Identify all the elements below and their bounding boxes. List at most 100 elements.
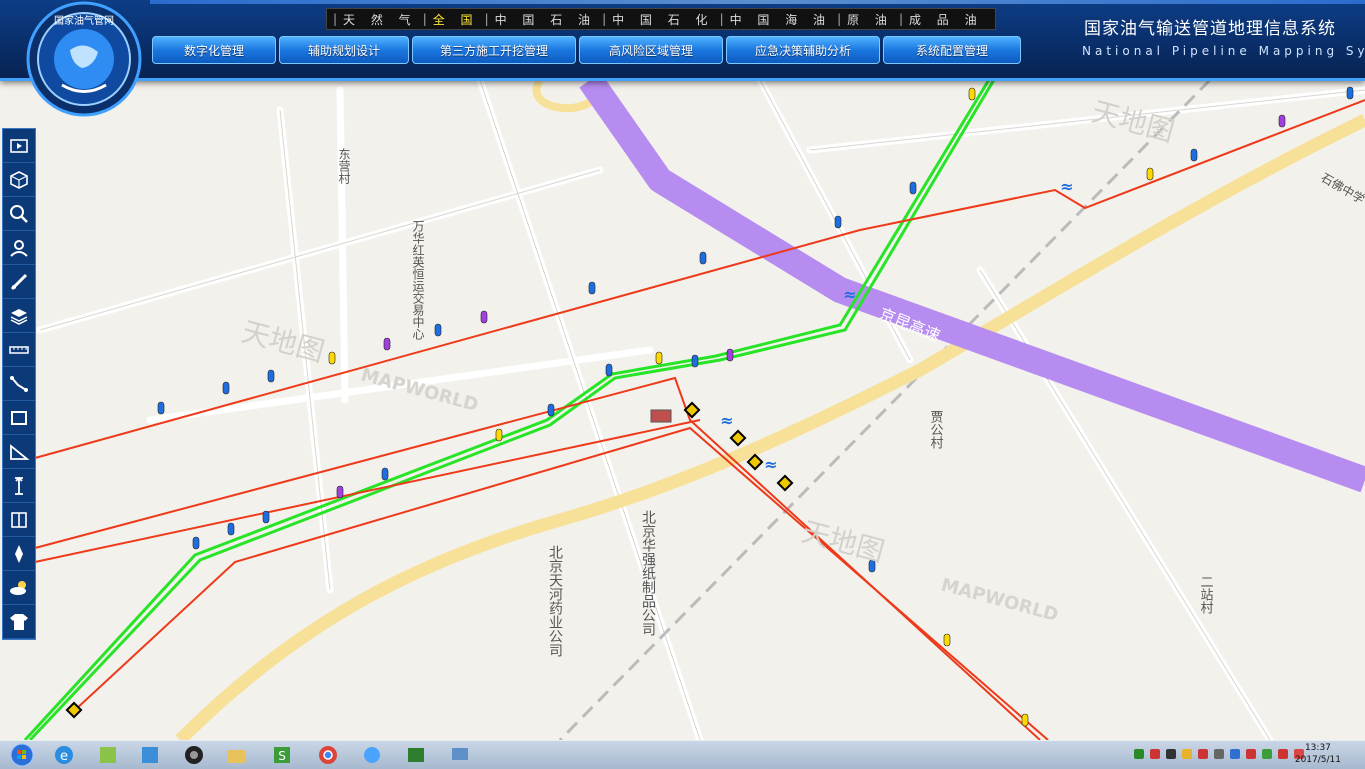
chat-app-icon[interactable] xyxy=(352,742,392,768)
profile-icon xyxy=(8,509,30,531)
tray-icon[interactable] xyxy=(1134,749,1144,759)
start-button[interactable] xyxy=(2,742,42,768)
village-label: 二站村 xyxy=(1198,575,1214,614)
crossing-icon[interactable]: ≈ xyxy=(843,285,856,304)
pipeline-marker[interactable] xyxy=(228,523,234,535)
tray-icon[interactable] xyxy=(1150,749,1160,759)
app-header: |天 然 气|全 国|中 国 石 油|中 国 石 化|中 国 海 油|原 油|成… xyxy=(0,0,1365,81)
shirt-tool[interactable] xyxy=(3,605,35,639)
crossing-icon[interactable]: ≈ xyxy=(764,455,777,474)
polyline-tool[interactable] xyxy=(3,367,35,401)
crossing-icon[interactable]: ≈ xyxy=(1060,177,1073,196)
chrome-icon[interactable] xyxy=(308,742,348,768)
category-tab[interactable]: 全 国 xyxy=(427,11,485,28)
menu-button[interactable]: 高风险区域管理 xyxy=(579,36,723,64)
pipeline-marker[interactable] xyxy=(158,402,164,414)
pipeline-marker[interactable] xyxy=(337,486,343,498)
pipeline-marker[interactable] xyxy=(1191,149,1197,161)
layers-icon xyxy=(8,305,30,327)
tray-icon[interactable] xyxy=(1182,749,1192,759)
profile-tool[interactable] xyxy=(3,503,35,537)
pipeline-marker[interactable] xyxy=(382,468,388,480)
money-app-icon[interactable]: S xyxy=(262,742,302,768)
map-app-icon[interactable] xyxy=(396,742,436,768)
svg-text:e: e xyxy=(60,749,68,764)
pipeline-marker[interactable] xyxy=(944,634,950,646)
rectangle-tool[interactable] xyxy=(3,401,35,435)
pipeline-marker[interactable] xyxy=(969,88,975,100)
pipeline-marker[interactable] xyxy=(1279,115,1285,127)
ie-icon[interactable]: e xyxy=(44,742,84,768)
pipeline-marker[interactable] xyxy=(384,338,390,350)
pipe-icon xyxy=(8,271,30,293)
media-app-icon[interactable] xyxy=(174,742,214,768)
tray-icon[interactable] xyxy=(1230,749,1240,759)
svg-text:S: S xyxy=(278,749,286,763)
map-canvas[interactable]: ≈≈≈≈ 京昆高速 东营村 万华红英恒运交易中心 北京华强纸制品公司 北京天河药… xyxy=(0,0,1365,740)
station-icon[interactable] xyxy=(651,410,671,422)
crossing-icon[interactable]: ≈ xyxy=(720,411,733,430)
play-tool[interactable] xyxy=(3,129,35,163)
pipeline-marker[interactable] xyxy=(835,216,841,228)
menu-button[interactable]: 辅助规划设计 xyxy=(279,36,409,64)
pipeline-marker[interactable] xyxy=(268,370,274,382)
pipeline-marker[interactable] xyxy=(329,352,335,364)
pipeline-marker[interactable] xyxy=(223,382,229,394)
tray-icon[interactable] xyxy=(1278,749,1288,759)
compass-tool[interactable] xyxy=(3,537,35,571)
app-logo[interactable]: 国家油气管网 xyxy=(22,0,146,118)
category-tab[interactable]: 中 国 石 化 xyxy=(606,11,719,28)
folder-icon[interactable] xyxy=(216,742,256,768)
category-tab[interactable]: 天 然 气 xyxy=(337,11,423,28)
ruler-icon xyxy=(8,339,30,361)
height-tool[interactable] xyxy=(3,469,35,503)
tray-icon[interactable] xyxy=(1198,749,1208,759)
cube-tool[interactable] xyxy=(3,163,35,197)
pipeline-marker[interactable] xyxy=(692,355,698,367)
category-tab[interactable]: 原 油 xyxy=(841,11,899,28)
pipeline-marker[interactable] xyxy=(910,182,916,194)
category-tab[interactable]: 中 国 海 油 xyxy=(724,11,837,28)
category-tab[interactable]: 中 国 石 油 xyxy=(489,11,602,28)
cube-icon xyxy=(8,169,30,191)
weather-tool[interactable] xyxy=(3,571,35,605)
angle-tool[interactable] xyxy=(3,435,35,469)
pipe-tool[interactable] xyxy=(3,265,35,299)
menu-button[interactable]: 系统配置管理 xyxy=(883,36,1021,64)
clock-date: 2017/5/11 xyxy=(1295,754,1341,766)
notes-app-icon[interactable] xyxy=(88,742,128,768)
pipeline-marker[interactable] xyxy=(606,364,612,376)
pipeline-marker[interactable] xyxy=(1147,168,1153,180)
logo-text: 国家油气管网 xyxy=(54,14,114,27)
pipeline-marker[interactable] xyxy=(435,324,441,336)
tray-icon[interactable] xyxy=(1262,749,1272,759)
pipeline-marker[interactable] xyxy=(700,252,706,264)
pipeline-marker[interactable] xyxy=(1347,87,1353,99)
pipeline-marker[interactable] xyxy=(548,404,554,416)
menu-button[interactable]: 数字化管理 xyxy=(152,36,276,64)
pipeline-marker[interactable] xyxy=(1022,714,1028,726)
pipeline-marker[interactable] xyxy=(589,282,595,294)
menu-button[interactable]: 第三方施工开挖管理 xyxy=(412,36,576,64)
tray-icon[interactable] xyxy=(1246,749,1256,759)
user-tool[interactable] xyxy=(3,231,35,265)
search-tool[interactable] xyxy=(3,197,35,231)
ruler-tool[interactable] xyxy=(3,333,35,367)
layers-tool[interactable] xyxy=(3,299,35,333)
category-tab[interactable]: 成 品 油 xyxy=(903,11,989,28)
tray-icon[interactable] xyxy=(1214,749,1224,759)
pipeline-marker[interactable] xyxy=(656,352,662,364)
pipeline-marker[interactable] xyxy=(496,429,502,441)
shirt-icon xyxy=(8,611,30,633)
pipeline-marker[interactable] xyxy=(193,537,199,549)
menu-button[interactable]: 应急决策辅助分析 xyxy=(726,36,880,64)
org-label: 北京华强纸制品公司 xyxy=(640,510,656,636)
pipeline-marker[interactable] xyxy=(727,349,733,361)
network-app-icon[interactable] xyxy=(130,742,170,768)
monitor-app-icon[interactable] xyxy=(440,742,480,768)
tray-icon[interactable] xyxy=(1166,749,1176,759)
pipeline-marker[interactable] xyxy=(263,511,269,523)
system-clock[interactable]: 13:37 2017/5/11 xyxy=(1295,742,1341,766)
pipeline-marker[interactable] xyxy=(481,311,487,323)
title-box: 国家油气输送管道地理信息系统 National Pipeline Mapping… xyxy=(1068,6,1363,66)
